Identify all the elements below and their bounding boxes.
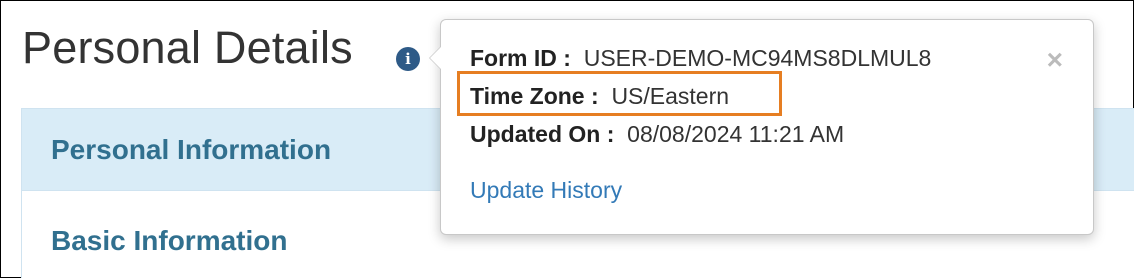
time-zone-highlight-box: [457, 71, 782, 116]
info-circle-icon[interactable]: i: [396, 47, 420, 71]
update-history-link[interactable]: Update History: [470, 177, 622, 204]
panel-header-title: Personal Information: [51, 134, 332, 165]
updated-on-label: Updated On :: [470, 121, 615, 147]
form-id-value: USER-DEMO-MC94MS8DLMUL8: [583, 45, 932, 71]
updated-on-row: Updated On : 08/08/2024 11:21 AM: [470, 121, 844, 148]
form-id-row: Form ID : USER-DEMO-MC94MS8DLMUL8: [470, 45, 931, 72]
form-id-label: Form ID :: [470, 45, 571, 71]
basic-information-heading: Basic Information: [51, 225, 288, 256]
popover-arrow-fill: [430, 47, 441, 69]
page-title: Personal Details: [22, 22, 353, 73]
form-info-popover: × Form ID : USER-DEMO-MC94MS8DLMUL8 Time…: [429, 19, 1094, 235]
page-frame: Personal Details i Personal Information …: [0, 0, 1134, 278]
close-icon[interactable]: ×: [1047, 46, 1063, 74]
updated-on-value: 08/08/2024 11:21 AM: [627, 121, 845, 147]
